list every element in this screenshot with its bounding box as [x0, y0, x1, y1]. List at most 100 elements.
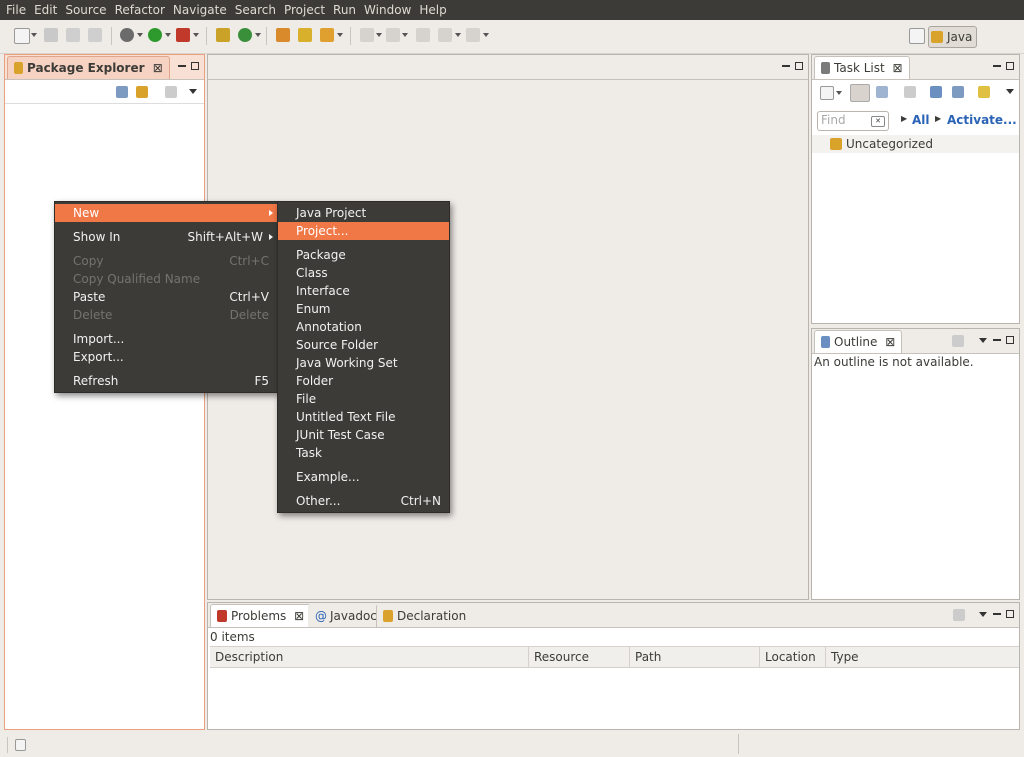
menu-window[interactable]: Window — [360, 0, 415, 20]
submenu-item-java-working-set[interactable]: Java Working Set — [278, 354, 449, 372]
perspective-java-button[interactable]: Java — [928, 26, 978, 48]
submenu-item-package[interactable]: Package — [278, 246, 449, 264]
submenu-item-other[interactable]: Other... Ctrl+N — [278, 492, 449, 510]
next-annotation-dropdown-icon[interactable] — [376, 33, 382, 37]
forward-dropdown-icon[interactable] — [483, 33, 489, 37]
menu-navigate[interactable]: Navigate — [169, 0, 231, 20]
menu-item-new[interactable]: New — [55, 204, 277, 222]
menu-edit[interactable]: Edit — [30, 0, 61, 20]
submenu-item-untitled-text-file[interactable]: Untitled Text File — [278, 408, 449, 426]
open-type-icon[interactable] — [276, 28, 290, 42]
menu-refactor[interactable]: Refactor — [111, 0, 169, 20]
submenu-item-folder[interactable]: Folder — [278, 372, 449, 390]
submenu-item-source-folder[interactable]: Source Folder — [278, 336, 449, 354]
maximize-icon[interactable] — [1006, 62, 1014, 70]
save-icon[interactable] — [44, 28, 58, 42]
new-task-dropdown-icon[interactable] — [836, 91, 842, 95]
categorized-icon[interactable] — [850, 84, 870, 102]
save-all-icon[interactable] — [66, 28, 80, 42]
focus-on-task-icon[interactable] — [953, 609, 965, 621]
minimize-icon[interactable] — [993, 339, 1001, 341]
focus-on-task-icon[interactable] — [165, 86, 177, 98]
menu-file[interactable]: File — [0, 0, 30, 20]
column-description[interactable]: Description — [210, 647, 529, 667]
last-edit-location-icon[interactable] — [416, 28, 430, 42]
search-dropdown-icon[interactable] — [337, 33, 343, 37]
view-menu-icon[interactable] — [979, 337, 987, 343]
tab-task-list[interactable]: Task List ⊠ — [814, 56, 910, 79]
close-icon[interactable]: ⊠ — [153, 61, 163, 75]
menu-item-import[interactable]: Import... — [55, 330, 277, 348]
open-perspective-icon[interactable] — [909, 28, 925, 44]
submenu-item-java-project[interactable]: Java Project — [278, 204, 449, 222]
menu-item-export[interactable]: Export... — [55, 348, 277, 366]
menu-project[interactable]: Project — [280, 0, 329, 20]
activate-task-link[interactable]: Activate... — [947, 113, 1017, 127]
run-icon[interactable] — [148, 28, 162, 42]
print-icon[interactable] — [88, 28, 102, 42]
view-menu-icon[interactable] — [1006, 89, 1014, 94]
maximize-icon[interactable] — [795, 62, 803, 70]
clear-icon[interactable]: ✕ — [871, 116, 885, 127]
new-icon[interactable] — [14, 28, 30, 44]
submenu-item-class[interactable]: Class — [278, 264, 449, 282]
external-tools-dropdown-icon[interactable] — [193, 33, 199, 37]
view-menu-icon[interactable] — [189, 89, 197, 94]
previous-annotation-dropdown-icon[interactable] — [402, 33, 408, 37]
synchronize-icon[interactable] — [978, 86, 990, 98]
focus-on-workweek-icon[interactable] — [904, 86, 916, 98]
tab-problems[interactable]: Problems ⊠ — [210, 604, 312, 627]
submenu-item-example[interactable]: Example... — [278, 468, 449, 486]
tab-declaration[interactable]: Declaration — [376, 604, 474, 627]
focus-on-task-icon[interactable] — [952, 335, 964, 347]
menu-help[interactable]: Help — [415, 0, 450, 20]
submenu-item-junit-test-case[interactable]: JUnit Test Case — [278, 426, 449, 444]
menu-source[interactable]: Source — [61, 0, 110, 20]
submenu-item-file[interactable]: File — [278, 390, 449, 408]
maximize-icon[interactable] — [191, 62, 199, 70]
back-dropdown-icon[interactable] — [455, 33, 461, 37]
next-annotation-icon[interactable] — [360, 28, 374, 42]
new-java-class-icon[interactable] — [238, 28, 252, 42]
collapse-all-icon[interactable] — [952, 86, 964, 98]
back-icon[interactable] — [438, 28, 452, 42]
fast-view-icon[interactable] — [15, 739, 26, 751]
submenu-item-annotation[interactable]: Annotation — [278, 318, 449, 336]
view-menu-icon[interactable] — [979, 611, 987, 617]
search-icon[interactable] — [320, 28, 334, 42]
link-with-editor-icon[interactable] — [136, 86, 148, 98]
column-resource[interactable]: Resource — [529, 647, 630, 667]
debug-dropdown-icon[interactable] — [137, 33, 143, 37]
submenu-item-enum[interactable]: Enum — [278, 300, 449, 318]
close-icon[interactable]: ⊠ — [885, 335, 895, 349]
maximize-icon[interactable] — [1006, 336, 1014, 344]
submenu-item-project[interactable]: Project... — [278, 222, 449, 240]
task-category-row[interactable]: Uncategorized — [812, 135, 1019, 153]
minimize-icon[interactable] — [782, 65, 790, 67]
collapse-all-icon[interactable] — [116, 86, 128, 98]
external-tools-icon[interactable] — [176, 28, 190, 42]
task-find-field[interactable]: Find ✕ — [817, 111, 889, 131]
column-type[interactable]: Type — [826, 647, 1019, 667]
new-java-package-icon[interactable] — [216, 28, 230, 42]
close-icon[interactable]: ⊠ — [294, 609, 304, 623]
menu-search[interactable]: Search — [231, 0, 280, 20]
menu-item-paste[interactable]: Paste Ctrl+V — [55, 288, 277, 306]
scheduled-icon[interactable] — [876, 86, 888, 98]
new-dropdown-icon[interactable] — [31, 33, 37, 37]
minimize-icon[interactable] — [993, 65, 1001, 67]
hide-completed-icon[interactable] — [930, 86, 942, 98]
column-path[interactable]: Path — [630, 647, 760, 667]
new-task-icon[interactable] — [820, 86, 834, 100]
column-location[interactable]: Location — [760, 647, 826, 667]
tab-javadoc[interactable]: @ Javadoc — [308, 604, 384, 627]
debug-icon[interactable] — [120, 28, 134, 42]
forward-icon[interactable] — [466, 28, 480, 42]
minimize-icon[interactable] — [178, 65, 186, 67]
filter-all-link[interactable]: All — [912, 113, 930, 127]
submenu-item-interface[interactable]: Interface — [278, 282, 449, 300]
close-icon[interactable]: ⊠ — [893, 61, 903, 75]
run-dropdown-icon[interactable] — [165, 33, 171, 37]
menu-item-refresh[interactable]: Refresh F5 — [55, 372, 277, 390]
tab-package-explorer[interactable]: Package Explorer ⊠ — [7, 56, 170, 79]
